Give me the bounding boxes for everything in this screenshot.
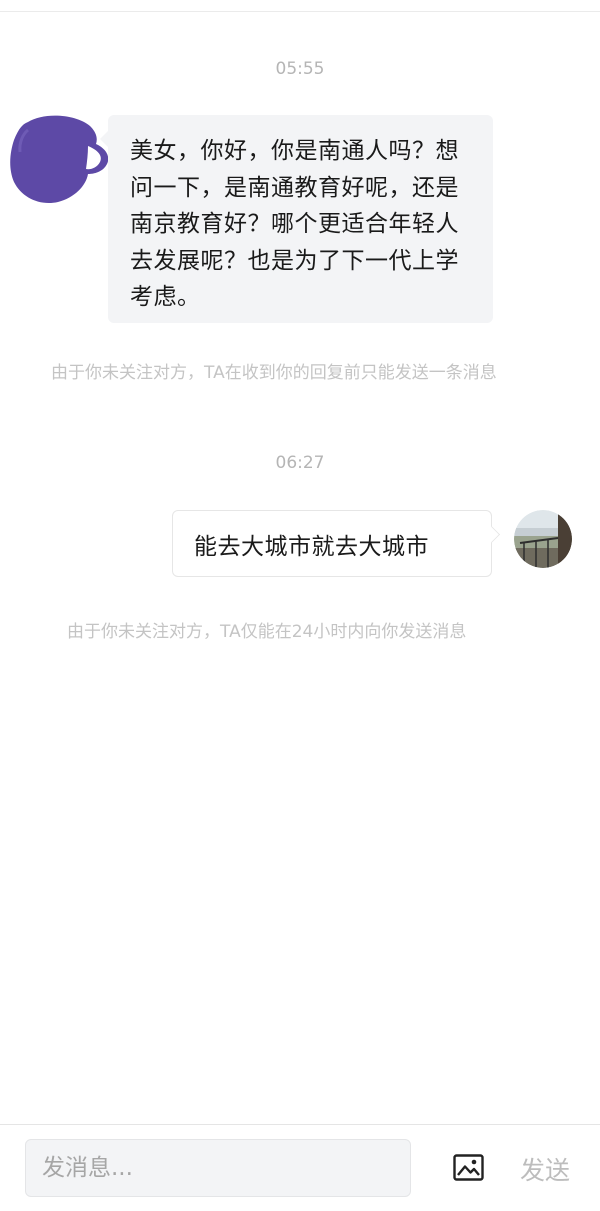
image-icon [452,1153,484,1185]
send-button[interactable]: 发送 [512,1150,578,1188]
outgoing-message-text: 能去大城市就去大城市 [194,533,429,560]
contact-avatar[interactable] [10,112,110,208]
follow-notice: 由于你未关注对方，TA在收到你的回复前只能发送一条消息 [51,363,497,383]
message-input[interactable] [25,1139,411,1197]
timestamp: 05:55 [275,59,325,79]
timestamp: 06:27 [275,453,325,473]
top-divider [0,11,600,12]
incoming-message-bubble[interactable]: 美女，你好，你是南通人吗？想问一下，是南通教育好呢，还是南京教育好？哪个更适合年… [100,115,493,323]
user-avatar[interactable] [514,510,572,568]
composer-divider [0,1124,600,1125]
image-picker-button[interactable] [450,1151,486,1187]
follow-notice: 由于你未关注对方，TA仅能在24小时内向你发送消息 [67,622,467,642]
incoming-message-text: 美女，你好，你是南通人吗？想问一下，是南通教育好呢，还是南京教育好？哪个更适合年… [130,138,459,310]
outgoing-message-bubble[interactable]: 能去大城市就去大城市 [172,510,492,577]
